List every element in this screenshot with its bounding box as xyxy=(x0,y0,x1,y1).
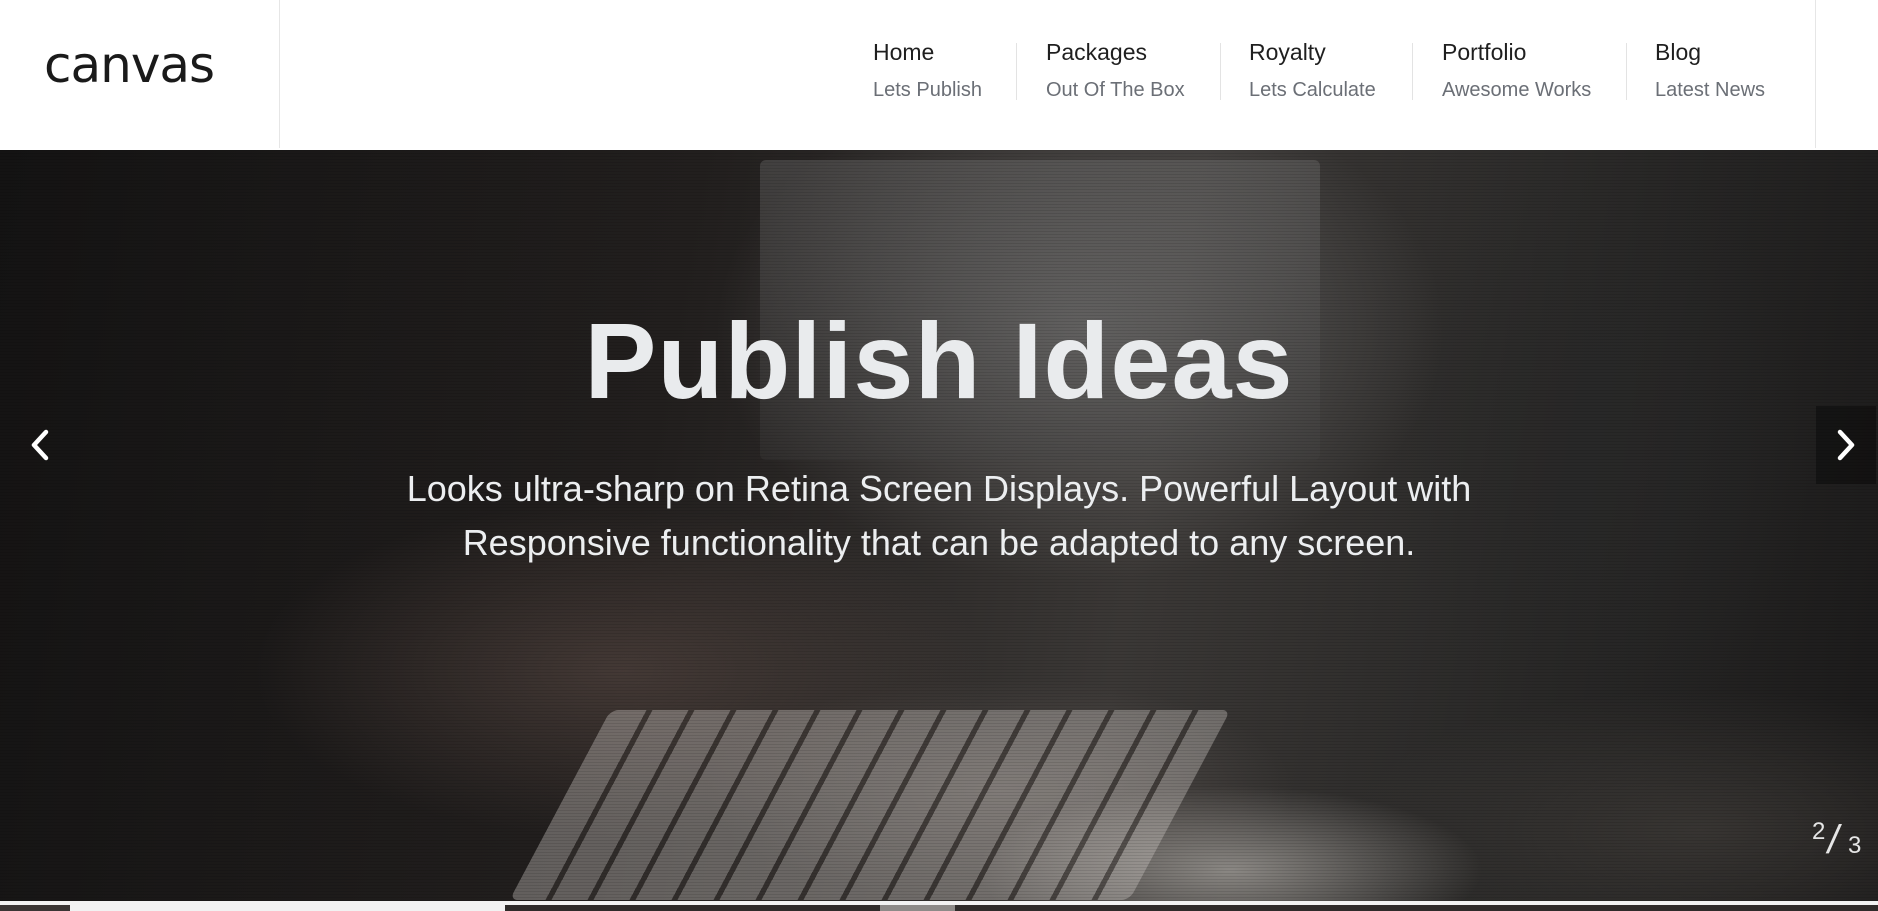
nav-item-title: Royalty xyxy=(1249,39,1326,65)
nav-item-subtitle: Lets Calculate xyxy=(1249,79,1376,101)
nav-item-royalty[interactable]: Royalty Lets Calculate xyxy=(1249,38,1376,108)
slider-next-button[interactable] xyxy=(1816,406,1876,484)
nav-item-blog[interactable]: Blog Latest News xyxy=(1655,38,1765,108)
nav-item-packages[interactable]: Packages Out Of The Box xyxy=(1046,38,1185,108)
nav-divider xyxy=(1626,43,1627,100)
logo-container: canvas xyxy=(0,0,280,148)
hero-title: Publish Ideas xyxy=(584,300,1294,421)
slide-counter-total: 3 xyxy=(1848,832,1862,859)
nav-divider xyxy=(1016,43,1017,100)
strip-segment xyxy=(505,905,1878,911)
slide-counter-current: 2 xyxy=(1812,818,1826,845)
page-bottom-strip xyxy=(0,901,1878,911)
site-header: canvas Home Lets Publish Packages Out Of… xyxy=(0,0,1878,150)
nav-item-home[interactable]: Home Lets Publish xyxy=(873,38,982,108)
nav-item-title: Portfolio xyxy=(1442,39,1527,65)
site-logo[interactable]: canvas xyxy=(44,36,215,94)
strip-segment xyxy=(880,905,955,911)
nav-item-subtitle: Latest News xyxy=(1655,79,1766,101)
header-divider xyxy=(1815,0,1816,148)
hero-subtitle: Looks ultra-sharp on Retina Screen Displ… xyxy=(406,468,1472,563)
nav-item-title: Home xyxy=(873,39,935,65)
chevron-left-icon xyxy=(31,429,49,461)
nav-divider xyxy=(1220,43,1221,100)
chevron-right-icon xyxy=(1837,429,1855,461)
slide-counter: 2 / 3 xyxy=(1810,818,1870,868)
nav-item-subtitle: Awesome Works xyxy=(1442,79,1592,101)
nav-item-subtitle: Lets Publish xyxy=(873,79,982,101)
hero-slider[interactable]: Publish Ideas Looks ultra-sharp on Retin… xyxy=(0,150,1878,901)
nav-item-subtitle: Out Of The Box xyxy=(1046,79,1185,101)
nav-item-title: Packages xyxy=(1046,39,1148,65)
nav-item-portfolio[interactable]: Portfolio Awesome Works xyxy=(1442,38,1591,108)
slide-counter-slash: / xyxy=(1824,818,1844,862)
strip-segment xyxy=(0,905,70,911)
slider-prev-button[interactable] xyxy=(10,406,70,484)
nav-item-title: Blog xyxy=(1655,39,1702,65)
nav-divider xyxy=(1412,43,1413,100)
